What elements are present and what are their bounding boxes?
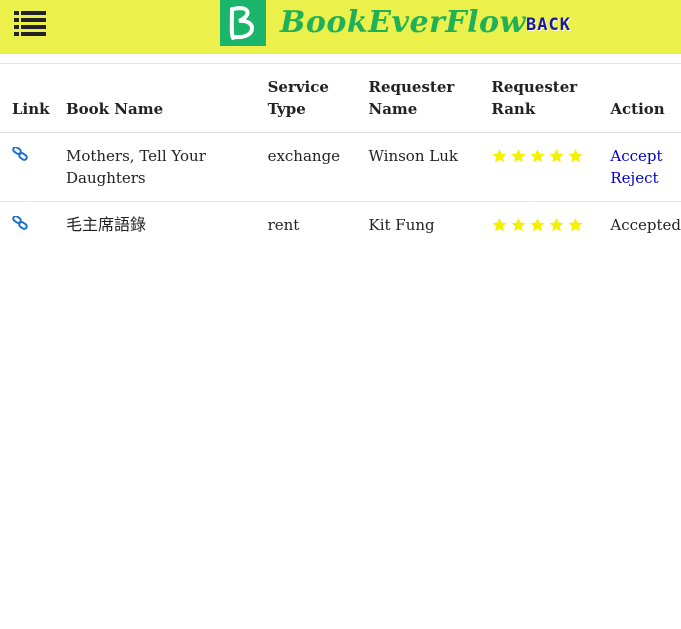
star-icon: [549, 218, 564, 232]
requester-name: Winson Luk: [356, 132, 480, 202]
header-action: Action: [598, 64, 681, 133]
star-icon: [530, 218, 545, 232]
requester-rank: [479, 132, 599, 202]
back-button[interactable]: BACK: [526, 15, 571, 35]
service-type: rent: [267, 216, 300, 234]
rank-stars: [491, 214, 598, 233]
header-service-type: Service Type: [255, 64, 357, 133]
link-cell: [0, 132, 54, 202]
action-cell: Accept Reject: [598, 132, 681, 202]
star-icon: [492, 218, 507, 232]
table-header-row: Link Book Name Service Type Requester Na…: [0, 64, 681, 133]
requester-name: Kit Fung: [368, 216, 435, 234]
accept-link[interactable]: Accept: [610, 145, 681, 167]
table-row: Mothers, Tell Your Daughters exchange Wi…: [0, 132, 681, 202]
link-icon[interactable]: [12, 147, 28, 161]
menu-list-icon[interactable]: [13, 10, 47, 36]
star-icon: [568, 218, 583, 232]
star-icon: [511, 218, 526, 232]
brand-name: BookEverFlow: [280, 5, 526, 40]
book-name: Mothers, Tell Your Daughters: [53, 132, 256, 202]
requests-table: Link Book Name Service Type Requester Na…: [0, 64, 681, 248]
star-icon: [549, 149, 564, 163]
link-cell: [0, 202, 54, 249]
logo-b-icon: [220, 0, 266, 46]
book-name: 毛主席語錄: [65, 215, 146, 234]
service-type: exchange: [255, 132, 357, 202]
header-requester-rank: Requester Rank: [479, 64, 599, 133]
star-icon: [568, 149, 583, 163]
link-icon[interactable]: [12, 216, 28, 230]
star-icon: [492, 149, 507, 163]
star-icon: [511, 149, 526, 163]
header-link: Link: [0, 64, 54, 133]
header-requester-name: Requester Name: [356, 64, 480, 133]
rank-stars: [491, 145, 598, 164]
brand-logo[interactable]: BookEverFlow: [220, 0, 526, 46]
requester-rank: [479, 202, 598, 249]
header-book-name: Book Name: [53, 64, 256, 133]
reject-link[interactable]: Reject: [610, 167, 681, 189]
top-navbar: BookEverFlow BACK: [0, 0, 681, 54]
table-row: 毛主席語錄 rent Kit Fung Accepted: [0, 202, 681, 249]
star-icon: [530, 149, 545, 163]
status-text: Accepted: [610, 216, 681, 234]
